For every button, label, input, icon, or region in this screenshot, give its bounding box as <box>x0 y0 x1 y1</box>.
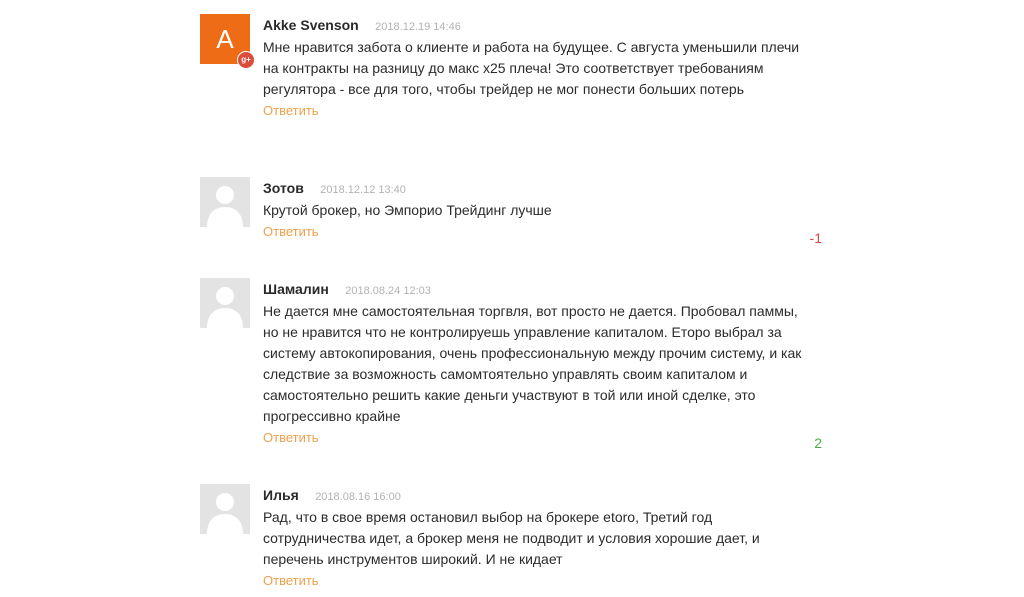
comment-rating: -1 <box>809 230 822 246</box>
comment-author: Зотов <box>263 180 304 196</box>
comment-item: Илья 2018.08.16 16:00 Рад, что в свое вр… <box>200 484 830 597</box>
comment-text: Рад, что в свое время остановил выбор на… <box>263 509 760 567</box>
comment-header: Зотов 2018.12.12 13:40 <box>263 177 823 199</box>
reply-link[interactable]: Ответить <box>263 572 319 590</box>
reply-link[interactable]: Ответить <box>263 102 319 120</box>
comment-body: Илья 2018.08.16 16:00 Рад, что в свое вр… <box>263 484 823 590</box>
avatar <box>200 484 250 534</box>
default-user-icon <box>200 177 250 227</box>
comment-date: 2018.12.12 13:40 <box>320 184 406 196</box>
avatar <box>200 177 250 227</box>
comment-body: Зотов 2018.12.12 13:40 Крутой брокер, но… <box>263 177 823 241</box>
avatar <box>200 278 250 328</box>
reply-link[interactable]: Ответить <box>263 429 319 447</box>
comment-text: Не дается мне самостоятельная торгвля, в… <box>263 303 802 424</box>
comment-header: Akke Svenson 2018.12.19 14:46 <box>263 14 823 36</box>
comment-body: Akke Svenson 2018.12.19 14:46 Мне нравит… <box>263 14 823 120</box>
default-user-icon <box>200 278 250 328</box>
comment-author: Шамалин <box>263 281 329 297</box>
comment-header: Шамалин 2018.08.24 12:03 <box>263 278 823 300</box>
comment-author: Akke Svenson <box>263 17 359 33</box>
comment-date: 2018.08.16 16:00 <box>315 491 401 503</box>
comment-text: Мне нравится забота о клиенте и работа н… <box>263 39 800 97</box>
comment-item: Зотов 2018.12.12 13:40 Крутой брокер, но… <box>200 177 830 247</box>
comment-date: 2018.12.19 14:46 <box>375 21 461 33</box>
comment-text: Крутой брокер, но Эмпорио Трейдинг лучше <box>263 202 552 218</box>
comment-body: Шамалин 2018.08.24 12:03 Не дается мне с… <box>263 278 823 447</box>
comment-author: Илья <box>263 487 299 503</box>
comment-rating: 2 <box>814 435 822 451</box>
avatar: A g+ <box>200 14 255 69</box>
comment-header: Илья 2018.08.16 16:00 <box>263 484 823 506</box>
comment-date: 2018.08.24 12:03 <box>345 285 431 297</box>
comment-item: Шамалин 2018.08.24 12:03 Не дается мне с… <box>200 278 830 458</box>
reply-link[interactable]: Ответить <box>263 223 319 241</box>
comment-item: A g+ Akke Svenson 2018.12.19 14:46 Мне н… <box>200 14 830 164</box>
google-plus-icon: g+ <box>237 51 255 69</box>
default-user-icon <box>200 484 250 534</box>
